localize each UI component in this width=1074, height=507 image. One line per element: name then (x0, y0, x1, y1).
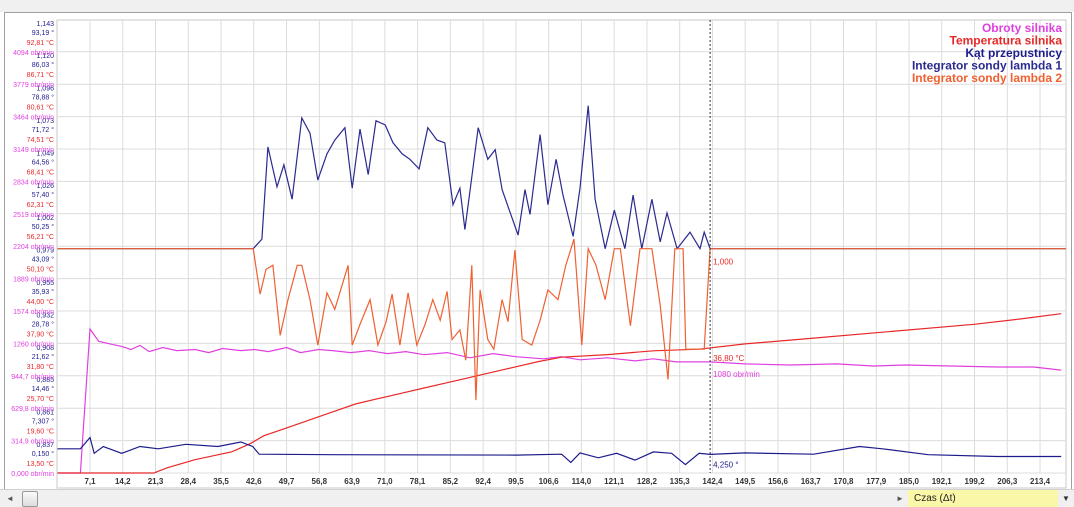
x-tick-label: 99,5 (508, 477, 524, 486)
y-tick-label-rpm: 1574 obr/min (13, 309, 54, 316)
x-tick-label: 213,4 (1030, 477, 1051, 486)
y-tick-label-angle: 64,56 ° (32, 158, 54, 166)
y-tick-label-temp: 56,21 °C (27, 233, 54, 241)
y-tick-label-rpm: 4094 obr/min (13, 50, 54, 57)
x-axis-select[interactable]: Czas (Δt) (908, 490, 1058, 507)
y-tick-label-rpm: 2204 obr/min (13, 244, 54, 251)
bottom-bar: ◄ ► Czas (Δt) ▼ (0, 489, 1074, 507)
cursor-value-label: 1,000 (713, 258, 734, 267)
y-tick-label-temp: 25,70 °C (27, 395, 54, 403)
y-tick-label-angle: 78,88 ° (32, 94, 54, 102)
cursor-value-label: 36,80 °C (713, 354, 744, 363)
x-tick-label: 21,3 (148, 477, 164, 486)
y-tick-label-rpm: 1260 obr/min (13, 341, 54, 348)
y-tick-label-angle: 57,40 ° (32, 191, 54, 199)
y-tick-label-temp: 92,81 °C (27, 39, 54, 47)
x-tick-label: 149,5 (735, 477, 756, 486)
y-tick-label-angle: 43,09 ° (32, 256, 54, 264)
y-tick-label-temp: 31,80 °C (27, 363, 54, 371)
x-tick-label: 56,8 (312, 477, 328, 486)
x-tick-label: 156,6 (768, 477, 789, 486)
y-tick-label-angle: 0,150 ° (32, 450, 54, 458)
chevron-down-icon[interactable]: ▼ (1060, 492, 1072, 505)
y-tick-label-temp: 74,51 °C (27, 136, 54, 144)
y-tick-label-rpm: 629,8 obr/min (11, 406, 54, 413)
y-tick-label-rpm: 3779 obr/min (13, 82, 54, 89)
y-tick-label-temp: 86,71 °C (27, 71, 54, 79)
scroll-left-button[interactable]: ◄ (4, 492, 16, 505)
x-tick-label: 114,0 (572, 477, 592, 486)
y-tick-label-temp: 62,31 °C (27, 201, 54, 209)
x-tick-label: 185,0 (899, 477, 920, 486)
y-tick-label-temp: 13,50 °C (27, 460, 54, 468)
y-tick-label-angle: 21,62 ° (32, 353, 54, 361)
x-tick-label: 14,2 (115, 477, 131, 486)
legend-item: Integrator sondy lambda 2 (912, 71, 1062, 85)
y-tick-label-rpm: 1889 obr/min (13, 277, 54, 284)
x-tick-label: 7,1 (84, 477, 96, 486)
x-tick-label: 42,6 (246, 477, 262, 486)
y-tick-label-rpm: 3464 obr/min (13, 115, 54, 122)
y-tick-label-temp: 44,00 °C (27, 298, 54, 306)
x-tick-label: 49,7 (279, 477, 295, 486)
x-tick-label: 78,1 (410, 477, 426, 486)
y-tick-label-rpm: 314,9 obr/min (11, 439, 54, 446)
y-tick-label-temp: 37,90 °C (27, 330, 54, 338)
y-tick-label-rpm: 944,7 obr/min (11, 374, 54, 381)
y-tick-label-angle: 7,307 ° (32, 418, 54, 426)
x-tick-label: 63,9 (344, 477, 360, 486)
cursor-value-label: 4,250 ° (713, 460, 738, 469)
x-tick-label: 85,2 (443, 477, 459, 486)
x-tick-label: 142,4 (702, 477, 723, 486)
scrollbar-thumb[interactable] (22, 491, 38, 507)
y-tick-label-angle: 86,03 ° (32, 61, 54, 69)
scroll-right-button[interactable]: ► (896, 492, 906, 505)
y-tick-label-rpm: 3149 obr/min (13, 147, 54, 154)
x-tick-label: 35,5 (213, 477, 229, 486)
y-tick-label-rpm: 2834 obr/min (13, 179, 54, 186)
y-tick-label-temp: 19,60 °C (27, 428, 54, 436)
y-tick-label-angle: 14,46 ° (32, 385, 54, 393)
y-tick-label-rpm: 0,000 obr/min (11, 471, 54, 478)
y-tick-label-temp: 80,61 °C (27, 104, 54, 112)
y-axis-labels: 0,8370,150 °13,50 °C0,000 obr/min0,8617,… (11, 21, 54, 478)
y-tick-label-temp: 68,41 °C (27, 168, 54, 176)
x-tick-label: 199,2 (965, 477, 986, 486)
x-tick-label: 135,3 (670, 477, 691, 486)
x-tick-label: 121,1 (604, 477, 625, 486)
y-tick-label-angle: 28,78 ° (32, 320, 54, 328)
y-tick-label-lambda: 1,143 (36, 21, 54, 28)
cursor-value-label: 1080 obr/min (713, 370, 760, 379)
x-tick-label: 71,0 (377, 477, 393, 486)
x-tick-label: 170,8 (833, 477, 854, 486)
x-tick-label: 177,9 (866, 477, 887, 486)
x-tick-label: 128,2 (637, 477, 658, 486)
chart[interactable]: 0,8370,150 °13,50 °C0,000 obr/min0,8617,… (0, 0, 1074, 489)
y-tick-label-angle: 35,93 ° (32, 288, 54, 296)
x-tick-label: 206,3 (997, 477, 1018, 486)
x-tick-label: 92,4 (475, 477, 491, 486)
y-tick-label-rpm: 2519 obr/min (13, 212, 54, 219)
y-tick-label-angle: 71,72 ° (32, 126, 54, 134)
x-tick-label: 28,4 (180, 477, 196, 486)
x-tick-label: 106,6 (539, 477, 560, 486)
x-tick-label: 163,7 (801, 477, 822, 486)
y-tick-label-angle: 50,25 ° (32, 223, 54, 231)
plot-area[interactable] (56, 19, 1067, 489)
y-tick-label-temp: 50,10 °C (27, 266, 54, 274)
y-tick-label-angle: 93,19 ° (32, 29, 54, 37)
x-tick-label: 192,1 (932, 477, 953, 486)
